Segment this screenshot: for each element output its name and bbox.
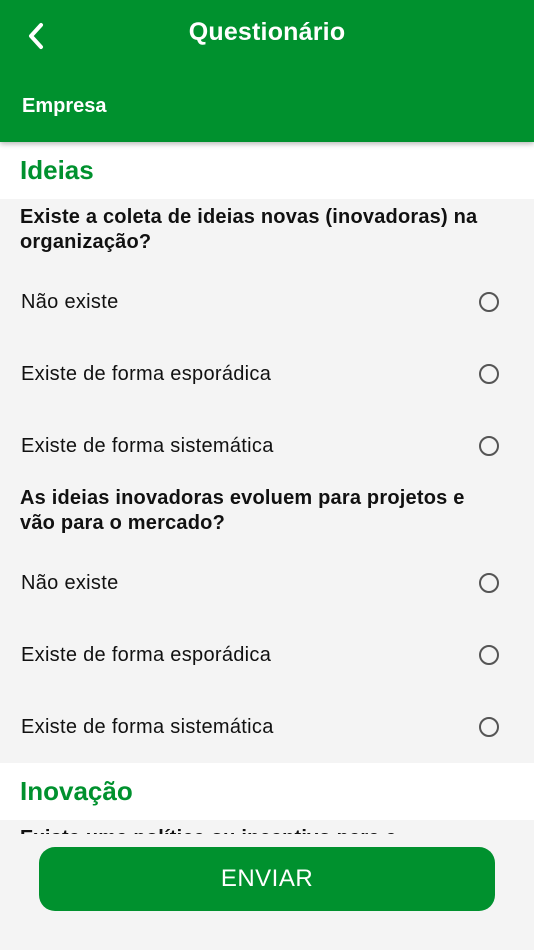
- page-title: Questionário: [188, 18, 346, 46]
- option-label: Existe de forma sistemática: [21, 434, 274, 457]
- radio-unchecked-icon[interactable]: [479, 717, 499, 737]
- questionnaire-list[interactable]: Ideias Existe a coleta de ideias novas (…: [0, 142, 534, 834]
- radio-unchecked-icon[interactable]: [479, 436, 499, 456]
- option-row[interactable]: Existe de forma esporádica: [0, 338, 534, 410]
- app-bar: Questionário Empresa: [0, 0, 534, 142]
- option-label: Não existe: [21, 290, 119, 313]
- radio-unchecked-icon[interactable]: [479, 292, 499, 312]
- question-block: Existe a coleta de ideias novas (inovado…: [0, 199, 534, 482]
- option-label: Não existe: [21, 571, 119, 594]
- radio-unchecked-icon[interactable]: [479, 573, 499, 593]
- question-block: As ideias inovadoras evoluem para projet…: [0, 482, 534, 763]
- option-row[interactable]: Existe de forma sistemática: [0, 410, 534, 482]
- section-title: Inovação: [20, 776, 133, 806]
- option-row[interactable]: Existe de forma esporádica: [0, 619, 534, 691]
- question-text: Existe a coleta de ideias novas (inovado…: [20, 206, 478, 253]
- option-row[interactable]: Não existe: [0, 266, 534, 338]
- footer: ENVIAR: [0, 834, 534, 950]
- option-label: Existe de forma esporádica: [21, 362, 272, 385]
- option-row[interactable]: Não existe: [0, 547, 534, 619]
- submit-button[interactable]: ENVIAR: [39, 847, 495, 911]
- option-row[interactable]: Existe de forma sistemática: [0, 691, 534, 763]
- option-label: Existe de forma sistemática: [21, 715, 274, 738]
- question-text: As ideias inovadoras evoluem para projet…: [20, 487, 465, 534]
- company-label: Empresa: [22, 95, 107, 117]
- question-text: Existe uma política ou incentivo para a: [0, 820, 534, 834]
- radio-unchecked-icon[interactable]: [479, 645, 499, 665]
- section-title: Ideias: [20, 155, 94, 185]
- section-header-ideias: Ideias: [0, 142, 534, 199]
- section-header-inovacao: Inovação: [0, 763, 534, 820]
- option-label: Existe de forma esporádica: [21, 643, 272, 666]
- radio-unchecked-icon[interactable]: [479, 364, 499, 384]
